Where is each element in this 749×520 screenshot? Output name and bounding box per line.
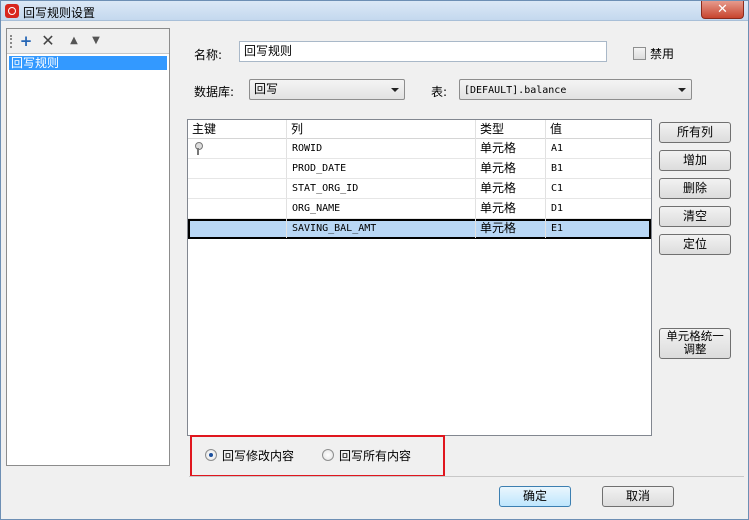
rule-list-item[interactable]: 回写规则 [9,56,167,70]
table-row[interactable]: PROD_DATE 单元格 B1 [188,159,651,179]
move-down-icon[interactable]: ▼ [87,32,105,50]
primary-key-cell[interactable] [188,179,287,198]
column-cell[interactable]: SAVING_BAL_AMT [287,219,476,238]
move-up-icon[interactable]: ▲ [65,32,83,50]
type-cell[interactable]: 单元格 [476,159,546,178]
table-row[interactable]: STAT_ORG_ID 单元格 C1 [188,179,651,199]
primary-key-cell[interactable] [188,199,287,218]
column-cell[interactable]: STAT_ORG_ID [287,179,476,198]
key-icon [195,142,203,155]
writeback-modified-radio[interactable] [205,449,217,461]
unify-cells-button[interactable]: 单元格统一 调整 [659,328,731,359]
writeback-all-radio[interactable] [322,449,334,461]
primary-key-cell[interactable] [188,159,287,178]
table-row-selected[interactable]: SAVING_BAL_AMT 单元格 E1 [188,219,651,239]
close-button[interactable]: ✕ [701,1,744,19]
value-cell[interactable]: D1 [546,199,651,218]
table-select-value: [DEFAULT].balance [464,85,567,96]
type-cell[interactable]: 单元格 [476,199,546,218]
value-cell[interactable]: B1 [546,159,651,178]
database-select-value: 回写 [254,82,279,96]
type-cell[interactable]: 单元格 [476,219,546,238]
header-primary-key[interactable]: 主键 [188,120,287,139]
disable-checkbox[interactable] [633,47,646,60]
cancel-button[interactable]: 取消 [602,486,674,507]
footer-divider [189,476,744,477]
chevron-down-icon [678,88,686,92]
primary-key-cell[interactable] [188,219,287,238]
type-cell[interactable]: 单元格 [476,139,546,158]
delete-button[interactable]: 删除 [659,178,731,199]
header-column[interactable]: 列 [287,120,476,139]
value-cell[interactable]: A1 [546,139,651,158]
primary-key-cell[interactable] [188,139,287,158]
header-value[interactable]: 值 [546,120,651,139]
toolbar-grip [10,35,12,48]
header-type[interactable]: 类型 [476,120,546,139]
name-label: 名称: [194,48,223,62]
chevron-down-icon [391,88,399,92]
add-button[interactable]: 增加 [659,150,731,171]
column-cell[interactable]: PROD_DATE [287,159,476,178]
table-label: 表: [431,85,448,99]
clear-button[interactable]: 清空 [659,206,731,227]
column-cell[interactable]: ORG_NAME [287,199,476,218]
writeback-modified-label[interactable]: 回写修改内容 [222,447,294,464]
rule-toolbar: + ✕ ▲ ▼ [7,29,169,54]
column-cell[interactable]: ROWID [287,139,476,158]
name-input[interactable]: 回写规则 [239,41,607,62]
all-columns-button[interactable]: 所有列 [659,122,731,143]
table-select[interactable]: [DEFAULT].balance [459,79,692,100]
unify-cells-label-line2: 调整 [683,342,707,356]
value-cell[interactable]: E1 [546,219,651,238]
ok-button[interactable]: 确定 [499,486,571,507]
column-mapping-table: 主键 列 类型 值 ROWID 单元格 A1 PROD_DATE 单元格 B1 … [187,119,652,436]
value-cell[interactable]: C1 [546,179,651,198]
table-row[interactable]: ORG_NAME 单元格 D1 [188,199,651,219]
database-select[interactable]: 回写 [249,79,405,100]
disable-label: 禁用 [650,47,675,61]
add-rule-icon[interactable]: + [17,32,35,50]
window-title: 回写规则设置 [23,6,96,20]
delete-rule-icon[interactable]: ✕ [39,32,57,50]
locate-button[interactable]: 定位 [659,234,731,255]
table-header: 主键 列 类型 值 [188,120,651,139]
app-icon [5,4,19,18]
title-bar[interactable]: 回写规则设置 ✕ [1,1,748,21]
type-cell[interactable]: 单元格 [476,179,546,198]
rule-list-panel: + ✕ ▲ ▼ 回写规则 [6,28,170,466]
dialog-window: 回写规则设置 ✕ + ✕ ▲ ▼ 回写规则 名称: 回写规则 禁用 数据库: 回… [0,0,749,520]
database-label: 数据库: [194,85,235,99]
rule-list: 回写规则 [9,56,167,70]
table-row[interactable]: ROWID 单元格 A1 [188,139,651,159]
writeback-all-label[interactable]: 回写所有内容 [339,447,411,464]
